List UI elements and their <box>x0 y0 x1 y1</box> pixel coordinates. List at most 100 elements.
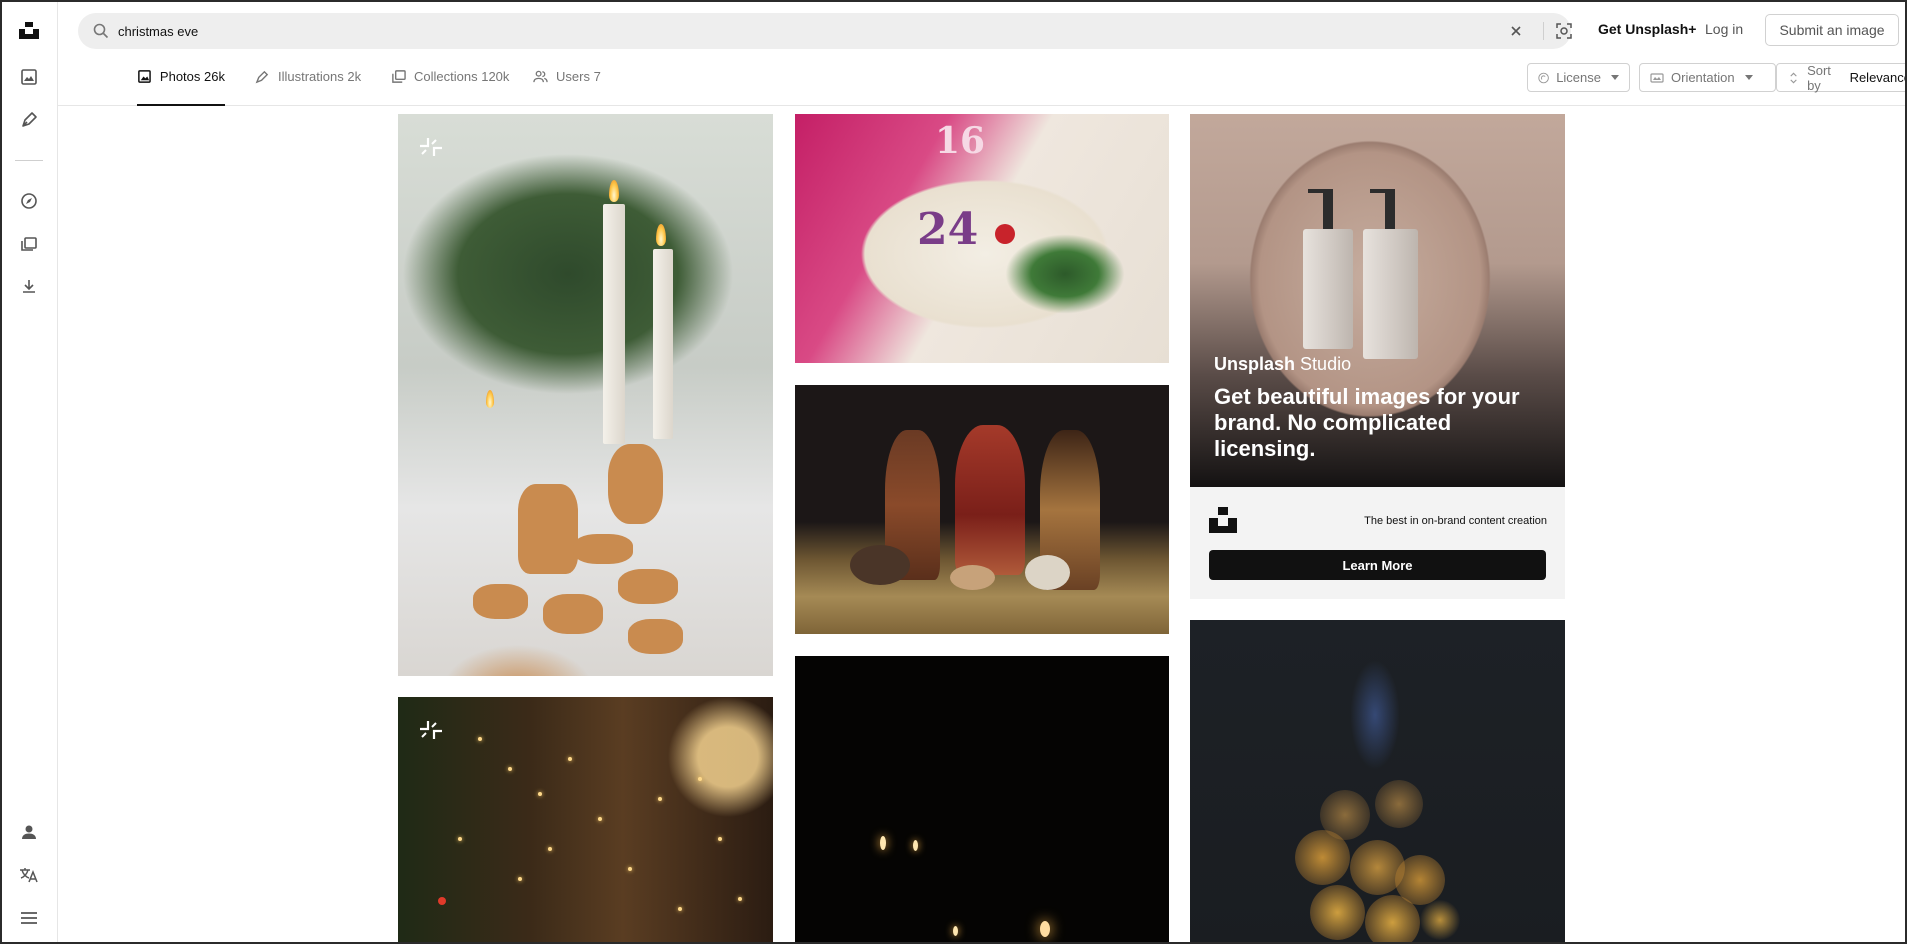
tab-collections[interactable]: Collections 120k <box>391 68 509 106</box>
search-divider <box>1543 22 1544 40</box>
photo-detail <box>478 737 482 741</box>
photo-detail <box>1005 234 1125 314</box>
photo-card-christmas-lights-star[interactable] <box>398 697 773 944</box>
login-link[interactable]: Log in <box>1705 21 1743 37</box>
pen-icon[interactable] <box>18 109 40 131</box>
tab-illustrations[interactable]: Illustrations 2k <box>255 68 361 106</box>
photo-detail <box>950 565 995 590</box>
photo-detail <box>850 545 910 585</box>
photo-detail <box>955 425 1025 575</box>
photo-detail <box>603 204 625 444</box>
ad-tagline: The best in on-brand content creation <box>1364 515 1547 527</box>
photo-card-advent-calendar[interactable]: 16 24 <box>795 114 1169 363</box>
tab-users[interactable]: Users 7 <box>533 68 601 106</box>
photo-detail <box>1350 660 1400 770</box>
photo-detail <box>880 836 886 850</box>
photo-detail <box>518 484 578 574</box>
sort-filter-value: Relevance <box>1849 70 1907 85</box>
photo-detail <box>628 619 683 654</box>
tab-photos[interactable]: Photos 26k <box>137 68 225 106</box>
tab-users-count: 7 <box>593 69 601 84</box>
sort-filter[interactable]: Sort by Relevance <box>1776 63 1907 93</box>
chevron-down-icon <box>1611 75 1619 80</box>
photo-detail <box>653 249 673 439</box>
users-icon <box>533 70 548 83</box>
photo-detail <box>473 584 528 619</box>
photo-detail <box>1420 900 1460 940</box>
photo-detail <box>953 926 958 936</box>
copyright-icon <box>1538 72 1549 83</box>
photo-card-bokeh-tree[interactable] <box>1190 620 1565 944</box>
photo-card-nativity-scene[interactable] <box>795 385 1169 634</box>
photo-detail <box>1370 189 1390 193</box>
ad-brand-title: Unsplash Studio <box>1214 354 1351 375</box>
unsplash-studio-ad: Unsplash Studio Get beautiful images for… <box>1190 114 1565 599</box>
tab-collections-label: Collections <box>414 69 478 84</box>
photo-detail <box>718 837 722 841</box>
submit-image-button[interactable]: Submit an image <box>1765 14 1899 46</box>
collections-icon <box>392 70 406 83</box>
photo-detail <box>609 180 619 202</box>
license-filter[interactable]: License <box>1527 63 1630 92</box>
collections-icon[interactable] <box>18 233 40 255</box>
photo-detail <box>608 444 663 524</box>
photo-detail <box>1310 885 1365 940</box>
photo-detail <box>656 224 666 246</box>
photo-card-candles-gingerbread[interactable] <box>398 114 773 676</box>
sidebar-divider <box>15 160 43 161</box>
photo-detail <box>486 390 494 408</box>
photo-detail <box>573 534 633 564</box>
photo-detail <box>1365 895 1420 944</box>
ad-headline: Get beautiful images for your brand. No … <box>1214 384 1520 461</box>
user-icon[interactable] <box>18 821 40 843</box>
left-sidebar <box>0 0 58 944</box>
orientation-filter-label: Orientation <box>1671 70 1735 85</box>
download-icon[interactable] <box>18 276 40 298</box>
get-unsplash-plus-link[interactable]: Get Unsplash+ <box>1598 21 1696 37</box>
compass-icon[interactable] <box>18 190 40 212</box>
photo-icon[interactable] <box>18 66 40 88</box>
photo-detail <box>628 867 632 871</box>
advent-number-16: 16 <box>935 120 986 162</box>
photo-detail <box>1385 189 1395 229</box>
clear-search-icon[interactable] <box>1508 23 1524 39</box>
photo-detail <box>1323 189 1333 229</box>
orientation-icon <box>1650 72 1664 83</box>
pen-icon <box>255 70 269 84</box>
photo-detail <box>678 907 682 911</box>
license-filter-label: License <box>1556 70 1601 85</box>
search-icon <box>93 23 109 39</box>
search-input[interactable] <box>118 13 1418 49</box>
photo-detail <box>438 897 446 905</box>
top-header: Get Unsplash+ Log in Submit an image Pho… <box>58 0 1907 106</box>
photo-icon <box>138 70 151 83</box>
photo-detail <box>1040 921 1050 937</box>
orientation-filter[interactable]: Orientation <box>1639 63 1776 92</box>
photo-detail <box>1363 229 1418 359</box>
photo-detail <box>548 847 552 851</box>
photo-card-candles-dark[interactable] <box>795 656 1169 944</box>
photo-detail <box>1308 189 1328 193</box>
ad-brand-bold: Unsplash <box>1214 354 1296 374</box>
advent-number-24: 24 <box>917 204 979 255</box>
visual-search-icon[interactable] <box>1555 22 1573 40</box>
photo-detail <box>508 767 512 771</box>
unsplash-plus-icon <box>420 138 442 156</box>
tab-collections-count: 120k <box>481 69 510 84</box>
photo-detail <box>598 817 602 821</box>
translate-icon[interactable] <box>18 864 40 886</box>
photo-detail <box>913 840 918 851</box>
ad-brand-rest: Studio <box>1300 354 1352 374</box>
photo-detail <box>1295 830 1350 885</box>
search-bar <box>78 13 1573 49</box>
learn-more-button[interactable]: Learn More <box>1209 550 1546 580</box>
unsplash-logo-icon[interactable] <box>18 19 40 41</box>
photo-detail <box>1025 555 1070 590</box>
menu-icon[interactable] <box>18 907 40 929</box>
photo-detail <box>543 594 603 634</box>
tab-photos-count: 26k <box>204 69 225 84</box>
photo-detail <box>1375 780 1423 828</box>
sort-icon <box>1790 72 1797 83</box>
unsplash-logo-icon <box>1209 507 1237 533</box>
unsplash-plus-icon <box>420 721 442 739</box>
